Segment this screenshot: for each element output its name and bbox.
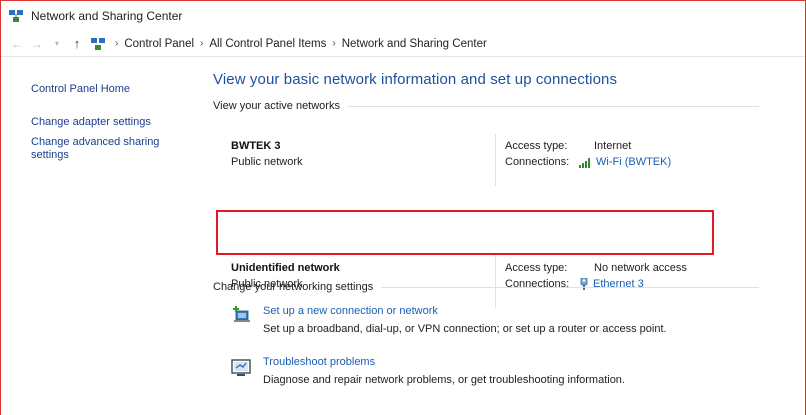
network-sharing-window: Network and Sharing Center ← → ▾ ↑ › Con… — [0, 0, 806, 415]
control-panel-icon — [91, 37, 105, 50]
task-troubleshoot: Troubleshoot problems Diagnose and repai… — [231, 356, 625, 387]
active-networks-heading: View your active networks — [213, 100, 759, 112]
sidebar-link-advanced-line1: Change advanced sharing — [31, 136, 160, 148]
troubleshoot-icon — [231, 359, 251, 376]
troubleshoot-description: Diagnose and repair network problems, or… — [263, 374, 625, 386]
forward-arrow-icon[interactable]: → — [29, 36, 45, 52]
network-name: BWTEK 3 — [231, 140, 281, 152]
connection-link-wifi[interactable]: Wi-Fi (BWTEK) — [579, 156, 671, 168]
window-title: Network and Sharing Center — [31, 9, 183, 23]
heading-divider — [347, 105, 759, 107]
sidebar-link-home[interactable]: Control Panel Home — [31, 83, 201, 96]
network-divider — [495, 134, 496, 186]
active-networks-heading-text: View your active networks — [213, 100, 340, 112]
heading-divider — [381, 286, 759, 288]
network-entry-bwtek: BWTEK 3 Public network Access type: Inte… — [213, 114, 759, 188]
access-type-label: Access type: — [505, 262, 568, 274]
back-arrow-icon[interactable]: ← — [9, 36, 25, 52]
breadcrumb-all-items[interactable]: All Control Panel Items — [209, 38, 326, 50]
connections-label: Connections: — [505, 156, 570, 168]
breadcrumb-separator-icon: › — [332, 38, 336, 49]
sidebar: Control Panel Home Change adapter settin… — [31, 83, 201, 162]
access-type-label: Access type: — [505, 140, 568, 152]
network-center-icon — [9, 10, 23, 22]
breadcrumb-control-panel[interactable]: Control Panel — [124, 38, 194, 50]
new-connection-description: Set up a broadband, dial-up, or VPN conn… — [263, 323, 667, 335]
access-type-value: No network access — [594, 262, 687, 274]
breadcrumb-separator-icon: › — [115, 38, 119, 49]
network-category[interactable]: Public network — [231, 156, 303, 168]
sidebar-link-adapter-settings[interactable]: Change adapter settings — [31, 116, 201, 129]
title-bar: Network and Sharing Center — [1, 1, 805, 31]
sidebar-link-advanced-sharing[interactable]: Change advanced sharing settings — [31, 136, 201, 162]
recent-dropdown-icon[interactable]: ▾ — [49, 36, 65, 52]
address-bar: ← → ▾ ↑ › Control Panel › All Control Pa… — [1, 31, 805, 57]
change-settings-heading: Change your networking settings — [213, 281, 759, 293]
new-connection-link[interactable]: Set up a new connection or network — [263, 305, 667, 318]
up-arrow-icon[interactable]: ↑ — [69, 36, 85, 52]
highlight-box — [216, 210, 714, 255]
change-settings-heading-text: Change your networking settings — [213, 281, 374, 293]
sidebar-link-advanced-line2: settings — [31, 149, 69, 161]
troubleshoot-link[interactable]: Troubleshoot problems — [263, 356, 625, 369]
wifi-signal-icon — [579, 157, 592, 168]
breadcrumb-separator-icon: › — [200, 38, 204, 49]
task-new-connection: Set up a new connection or network Set u… — [231, 305, 667, 336]
connection-name: Wi-Fi (BWTEK) — [596, 156, 672, 168]
new-connection-icon — [233, 306, 250, 322]
breadcrumb-network-center[interactable]: Network and Sharing Center — [342, 38, 487, 50]
page-title: View your basic network information and … — [213, 71, 618, 88]
network-name: Unidentified network — [231, 262, 340, 274]
access-type-value: Internet — [594, 140, 632, 152]
